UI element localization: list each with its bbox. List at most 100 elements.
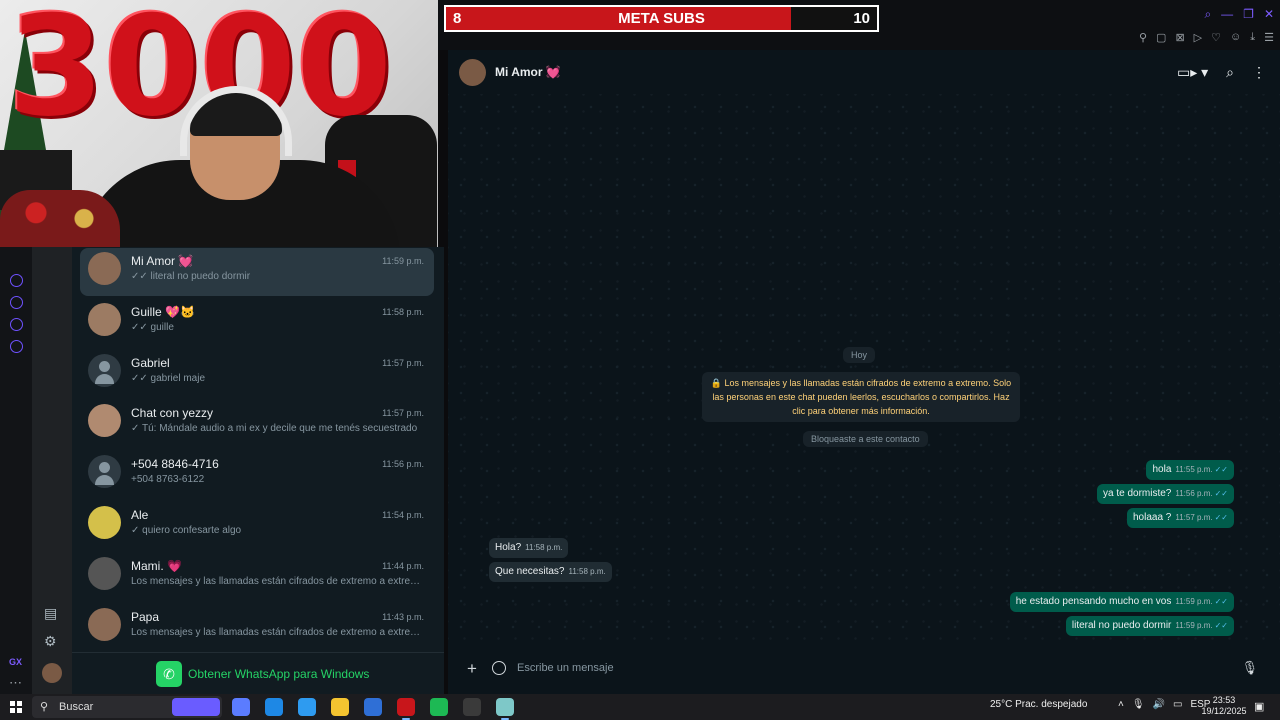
clock-date: 19/12/2025 [1201, 706, 1247, 716]
conversation-panel: Mi Amor 💓 ▭▸ ▾ ⌕ ⋮ Hoy 🔒 Los mensajes y … [448, 50, 1280, 694]
outgoing-message[interactable]: holaaa ? 11:57 p.m. ✓✓ [1127, 508, 1234, 528]
chat-time: 11:44 p.m. [382, 560, 424, 571]
microphone-icon[interactable]: 🎙 [1241, 660, 1258, 676]
menu-icon[interactable]: ☰ [1264, 31, 1274, 44]
clock[interactable]: 23:53 19/12/2025 [1200, 695, 1248, 717]
chat-preview: ✓✓ literal no puedo dormir [131, 271, 251, 282]
contact-avatar [88, 506, 121, 539]
message-time: 11:56 p.m. [1175, 489, 1213, 498]
chat-list-item[interactable]: Ale 11:54 p.m. ✓ quiero confesarte algo [80, 502, 434, 550]
taskbar-app-icon[interactable] [430, 698, 448, 716]
chat-list-item[interactable]: Mi Amor 💓 11:59 p.m. ✓✓ literal no puedo d… [80, 248, 434, 296]
weather-widget[interactable]: 25°C Prac. despejado [990, 699, 1087, 710]
taskbar-app-icon[interactable] [232, 698, 250, 716]
chat-list-item[interactable]: Chat con yezzy 11:57 p.m. ✓ Tú: Mándale au… [80, 400, 434, 448]
network-icon[interactable]: ▭ [1173, 699, 1182, 710]
message-text: he estado pensando mucho en vos [1015, 596, 1172, 607]
chat-preview: ✓ Tú: Mándale audio a mi ex y decile que… [131, 423, 418, 435]
contact-name[interactable]: Mi Amor 💓 [495, 65, 561, 79]
chevron-up-icon[interactable]: ˄ [1118, 699, 1124, 710]
taskbar-app-icon[interactable] [331, 698, 349, 716]
system-tray: ˄ 🎙 🔊 ▭ ESP [1118, 699, 1210, 710]
chat-time: 11:57 p.m. [382, 357, 424, 368]
day-separator: Hoy [843, 347, 876, 363]
chat-list-item[interactable]: Guille 💖🐱 11:58 p.m. ✓✓ guille [80, 299, 434, 347]
chat-icon[interactable] [10, 318, 23, 331]
search-icon[interactable]: ⌕ [1226, 64, 1234, 81]
chat-list-item[interactable]: Mami. 💗 11:44 p.m. Los mensajes y las llam… [80, 553, 434, 601]
taskbar-app-icon[interactable] [397, 698, 415, 720]
settings-icon[interactable] [10, 340, 23, 353]
chat-time: 11:54 p.m. [382, 510, 424, 520]
restore-icon[interactable]: ❐ [1243, 7, 1254, 22]
emoji-icon[interactable] [492, 661, 506, 675]
play-icon[interactable]: ▷ [1194, 31, 1202, 44]
close-icon[interactable]: ✕ [1264, 7, 1274, 22]
taskbar-app-icon[interactable] [364, 698, 382, 716]
read-receipt-icon: ✓✓ [1214, 513, 1228, 522]
taskbar-app-icon[interactable] [496, 698, 514, 720]
incoming-message[interactable]: Hola? 11:58 p.m. [489, 538, 569, 558]
outgoing-message[interactable]: hola 11:55 p.m. ✓✓ [1146, 460, 1234, 480]
more-options-icon[interactable]: ⋮ [1252, 64, 1266, 81]
contact-avatar [88, 302, 121, 336]
chat-preview: Los mensajes y las llamadas están cifrad… [131, 626, 426, 638]
chat-time: 11:57 p.m. [382, 408, 424, 419]
taskbar-app-icon[interactable] [172, 698, 220, 716]
outgoing-message[interactable]: he estado pensando mucho en vos 11:59 p.m… [1009, 592, 1234, 612]
chat-list-item[interactable]: Papa 11:43 p.m. Los mensajes y las llamada… [80, 604, 434, 652]
message-time: 11:59 p.m. [1175, 621, 1213, 630]
get-whatsapp-label[interactable]: Obtener WhatsApp para Windows [188, 667, 369, 681]
read-receipt-icon: ✓✓ [1214, 621, 1228, 630]
download-icon[interactable]: ⤓ [1250, 31, 1255, 44]
profile-avatar[interactable] [42, 663, 62, 683]
gear-icon[interactable]: ⚙ [44, 633, 57, 650]
chat-list-item[interactable]: +504 8846-4716 11:56 p.m. +504 8763-6122 [80, 451, 434, 499]
taskbar-app-icon[interactable] [298, 698, 316, 716]
media-icon[interactable]: ▤ [44, 605, 57, 622]
encryption-notice[interactable]: 🔒 Los mensajes y las llamadas están cifr… [702, 372, 1020, 422]
notification-icon[interactable]: ▣ [1254, 700, 1264, 713]
heart-icon[interactable]: ♡ [1211, 31, 1221, 44]
outgoing-message[interactable]: ya te dormiste? 11:56 p.m. ✓✓ [1097, 484, 1234, 504]
chat-time: 11:43 p.m. [382, 611, 424, 622]
message-text: hola [1152, 464, 1172, 475]
search-icon: ⚲ [40, 701, 49, 713]
history-icon[interactable] [10, 296, 23, 309]
start-icon[interactable] [10, 701, 22, 713]
pin-icon[interactable]: ⚲ [1139, 31, 1147, 44]
taskbar-app-icon[interactable] [265, 698, 283, 716]
block-icon[interactable]: ⊠ [1175, 31, 1184, 44]
chat-preview: ✓✓ gabriel maje [131, 372, 206, 384]
minimize-icon[interactable]: — [1221, 7, 1233, 22]
message-text: literal no puedo dormir [1071, 620, 1172, 631]
christmas-decoration [0, 190, 120, 247]
clock-time: 23:53 [1212, 695, 1236, 705]
extension-toolbar: ⚲ ▢ ⊠ ▷ ♡ ☺ ⤓ ☰ [1139, 31, 1274, 44]
chat-name: Mi Amor 💓 [131, 254, 194, 268]
microphone-icon[interactable]: 🎙 [1132, 699, 1145, 710]
message-input[interactable]: Escribe un mensaje [517, 662, 614, 674]
screen: 3000 ⌕ — ❐ ✕ ⚲ ▢ ⊠ ▷ ♡ ☺ ⤓ ☰ 8 META SUBS… [0, 0, 1280, 720]
get-whatsapp-banner[interactable]: ✆ Obtener WhatsApp para Windows [72, 652, 444, 694]
conversation-header[interactable]: Mi Amor 💓 ▭▸ ▾ ⌕ ⋮ [448, 50, 1280, 94]
capture-icon[interactable]: ▢ [1156, 31, 1166, 44]
outgoing-message[interactable]: literal no puedo dormir 11:59 p.m. ✓✓ [1065, 616, 1234, 636]
message-time: 11:55 p.m. [1175, 465, 1213, 474]
attach-icon[interactable]: + [467, 659, 477, 679]
contact-avatar [88, 353, 121, 387]
header-actions: ▭▸ ▾ ⌕ ⋮ [1177, 64, 1266, 81]
video-call-icon[interactable]: ▭▸ ▾ [1177, 64, 1208, 81]
more-icon[interactable]: ⋯ [9, 675, 22, 691]
contact-avatar [88, 556, 121, 590]
taskbar-app-icon[interactable] [463, 698, 481, 716]
chat-name: Gabriel [131, 355, 170, 370]
volume-icon[interactable]: 🔊 [1153, 699, 1165, 710]
search-icon[interactable]: ⌕ [1204, 7, 1211, 22]
contact-avatar[interactable] [459, 59, 486, 86]
chat-list-item[interactable]: Gabriel 11:57 p.m. ✓✓ gabriel maje [80, 350, 434, 398]
chat-preview: Los mensajes y las llamadas están cifrad… [131, 575, 426, 587]
player-icon[interactable] [10, 274, 23, 287]
user-icon[interactable]: ☺ [1230, 31, 1241, 44]
incoming-message[interactable]: Que necesitas? 11:58 p.m. [489, 562, 612, 582]
